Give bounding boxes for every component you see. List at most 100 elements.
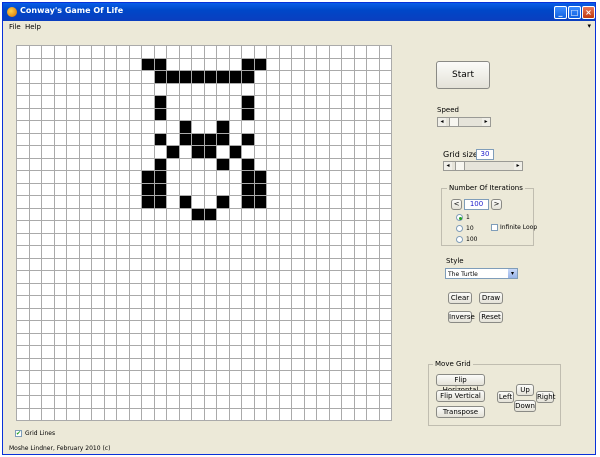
grid-cell[interactable] <box>304 233 317 246</box>
grid-cell[interactable] <box>42 321 55 334</box>
grid-cell[interactable] <box>242 346 255 359</box>
grid-cell[interactable] <box>329 346 342 359</box>
grid-cell[interactable] <box>342 108 355 121</box>
grid-cell[interactable] <box>342 146 355 159</box>
grid-cell[interactable] <box>92 108 105 121</box>
grid-cell[interactable] <box>29 271 42 284</box>
grid-cell[interactable] <box>329 233 342 246</box>
grid-cell[interactable] <box>367 133 380 146</box>
grid-cell[interactable] <box>29 408 42 421</box>
grid-cell[interactable] <box>17 246 30 259</box>
grid-cell[interactable] <box>242 358 255 371</box>
grid-cell[interactable] <box>367 246 380 259</box>
grid-cell[interactable] <box>242 396 255 409</box>
grid-cell[interactable] <box>229 333 242 346</box>
grid-cell[interactable] <box>292 271 305 284</box>
grid-cell[interactable] <box>117 83 130 96</box>
grid-cell[interactable] <box>367 46 380 59</box>
grid-cell[interactable] <box>229 121 242 134</box>
grid-cell[interactable] <box>304 346 317 359</box>
grid-cell[interactable] <box>179 58 192 71</box>
grid-cell[interactable] <box>29 283 42 296</box>
grid-cell[interactable] <box>229 146 242 159</box>
grid-cell[interactable] <box>54 83 67 96</box>
grid-cell[interactable] <box>29 121 42 134</box>
grid-cell[interactable] <box>104 108 117 121</box>
grid-cell[interactable] <box>42 46 55 59</box>
grid-cell[interactable] <box>267 83 280 96</box>
grid-cell[interactable] <box>254 58 267 71</box>
grid-cell[interactable] <box>79 246 92 259</box>
grid-cell[interactable] <box>167 233 180 246</box>
grid-cell[interactable] <box>292 71 305 84</box>
grid-cell[interactable] <box>254 233 267 246</box>
grid-cell[interactable] <box>342 233 355 246</box>
grid-cell[interactable] <box>79 258 92 271</box>
grid-cell[interactable] <box>92 396 105 409</box>
grid-cell[interactable] <box>154 358 167 371</box>
grid-cell[interactable] <box>29 196 42 209</box>
grid-cell[interactable] <box>279 83 292 96</box>
grid-cell[interactable] <box>254 121 267 134</box>
grid-cell[interactable] <box>342 271 355 284</box>
grid-cell[interactable] <box>117 58 130 71</box>
grid-cell[interactable] <box>142 133 155 146</box>
grid-cell[interactable] <box>54 233 67 246</box>
grid-cell[interactable] <box>167 333 180 346</box>
grid-cell[interactable] <box>279 296 292 309</box>
grid-cell[interactable] <box>54 171 67 184</box>
grid-cell[interactable] <box>129 246 142 259</box>
grid-cell[interactable] <box>379 183 392 196</box>
grid-cell[interactable] <box>217 283 230 296</box>
iterations-radio-10[interactable] <box>456 225 463 232</box>
gridsize-left-arrow-icon[interactable]: ◂ <box>444 162 452 170</box>
grid-cell[interactable] <box>367 96 380 109</box>
grid-cell[interactable] <box>204 296 217 309</box>
grid-cell[interactable] <box>129 371 142 384</box>
grid-cell[interactable] <box>317 358 330 371</box>
grid-cell[interactable] <box>17 271 30 284</box>
grid-cell[interactable] <box>29 108 42 121</box>
grid-cell[interactable] <box>367 271 380 284</box>
grid-cell[interactable] <box>279 46 292 59</box>
grid-cell[interactable] <box>229 133 242 146</box>
grid-cell[interactable] <box>354 71 367 84</box>
grid-cell[interactable] <box>279 221 292 234</box>
grid-cell[interactable] <box>179 383 192 396</box>
grid-cell[interactable] <box>379 158 392 171</box>
grid-cell[interactable] <box>167 58 180 71</box>
grid-cell[interactable] <box>92 233 105 246</box>
grid-cell[interactable] <box>242 83 255 96</box>
grid-cell[interactable] <box>292 283 305 296</box>
grid-cell[interactable] <box>217 133 230 146</box>
inverse-button[interactable]: Inverse <box>448 311 475 323</box>
grid-cell[interactable] <box>142 246 155 259</box>
grid-cell[interactable] <box>217 346 230 359</box>
grid-cell[interactable] <box>342 96 355 109</box>
grid-cell[interactable] <box>167 221 180 234</box>
grid-cell[interactable] <box>254 321 267 334</box>
grid-cell[interactable] <box>229 108 242 121</box>
grid-cell[interactable] <box>329 121 342 134</box>
grid-cell[interactable] <box>204 308 217 321</box>
grid-cell[interactable] <box>54 108 67 121</box>
grid-cell[interactable] <box>217 196 230 209</box>
grid-cell[interactable] <box>304 133 317 146</box>
grid-cell[interactable] <box>279 58 292 71</box>
grid-cell[interactable] <box>142 346 155 359</box>
grid-cell[interactable] <box>42 258 55 271</box>
grid-cell[interactable] <box>104 371 117 384</box>
grid-cell[interactable] <box>229 83 242 96</box>
grid-cell[interactable] <box>367 346 380 359</box>
grid-cell[interactable] <box>279 358 292 371</box>
grid-cell[interactable] <box>29 383 42 396</box>
grid-cell[interactable] <box>229 396 242 409</box>
grid-cell[interactable] <box>342 408 355 421</box>
grid-cell[interactable] <box>204 108 217 121</box>
title-bar[interactable]: Conway's Game Of Life _ □ × <box>3 3 595 21</box>
grid-cell[interactable] <box>154 308 167 321</box>
grid-cell[interactable] <box>154 183 167 196</box>
grid-cell[interactable] <box>279 208 292 221</box>
iterations-next-button[interactable]: > <box>491 199 502 210</box>
grid-cell[interactable] <box>267 183 280 196</box>
